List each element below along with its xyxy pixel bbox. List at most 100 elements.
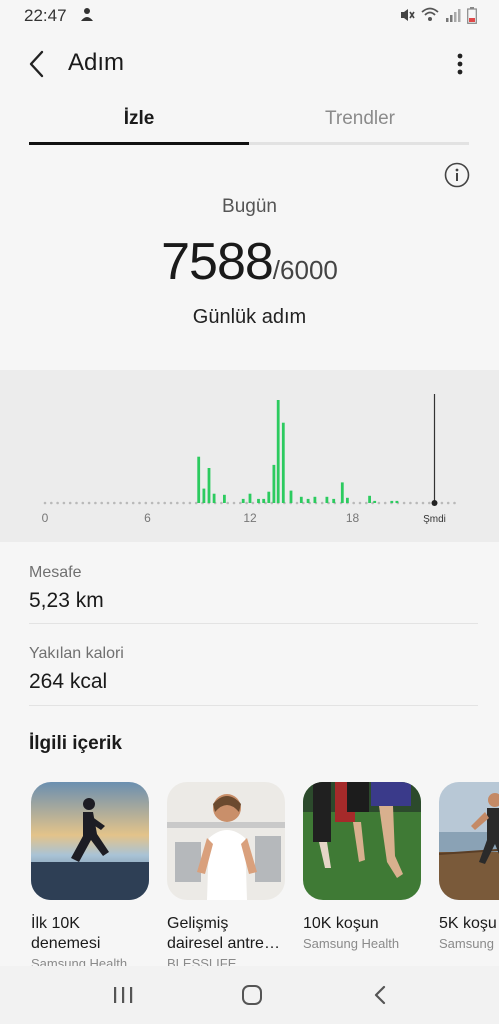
hourly-steps-chart: 0 6 12 18 Şmdi (0, 370, 499, 542)
distance-label: Mesafe (29, 564, 82, 581)
baseline-dot (169, 501, 173, 505)
home-button[interactable] (237, 983, 267, 1007)
baseline-dot (377, 501, 381, 505)
baseline-dot (409, 501, 412, 505)
x-tick-label: 6 (144, 511, 151, 525)
page-title: Adım (68, 49, 125, 76)
card-source: Samsung (439, 936, 494, 951)
content-card[interactable]: 10K koşun Samsung Health (303, 782, 421, 951)
back-button[interactable] (22, 48, 52, 80)
calories-label: Yakılan kalori (29, 645, 124, 662)
baseline-dot (150, 501, 154, 505)
baseline-dot (365, 501, 368, 505)
chart-bar (325, 496, 329, 503)
baseline-dot (100, 501, 103, 505)
baseline-dot (428, 501, 431, 505)
tab-trendler[interactable]: Trendler (250, 108, 470, 144)
baseline-dot (239, 501, 242, 505)
chart-bar (241, 498, 245, 503)
baseline-dot (56, 501, 59, 505)
runner-sunset-image (31, 782, 149, 900)
baseline-dot (245, 501, 248, 505)
info-icon[interactable] (444, 162, 470, 188)
baseline-dot (119, 501, 122, 505)
group-runners-image (303, 782, 421, 900)
chart-bar (340, 482, 344, 503)
chart-bar (313, 496, 317, 503)
wifi-icon (421, 7, 439, 21)
content-card[interactable]: Gelişmiş dairesel antre… BLESSLIFE (167, 782, 285, 971)
chart-bar (281, 422, 285, 503)
content-card[interactable]: 5K koşu Samsung (439, 782, 499, 951)
chart-bar (373, 500, 377, 503)
baseline-dot (138, 501, 141, 505)
more-options-button[interactable] (448, 50, 472, 78)
content-card[interactable]: İlk 10K denemesi Samsung Health (31, 782, 149, 971)
baseline-dot (163, 501, 166, 505)
chart-bar (395, 500, 399, 503)
baseline-dot (106, 501, 110, 505)
chart-bar (212, 493, 216, 503)
chart-bar (390, 500, 394, 503)
boardwalk-runners-image (439, 782, 499, 900)
signal-icon (446, 9, 461, 22)
chart-svg: 0 6 12 18 Şmdi (42, 394, 456, 525)
baseline-dot (144, 501, 148, 505)
chart-bar (248, 493, 252, 503)
baseline-dot (453, 501, 456, 505)
baseline-dot (358, 501, 362, 505)
baseline-dot (383, 501, 387, 505)
baseline-dot (125, 501, 129, 505)
chart-bar (332, 498, 336, 503)
x-tick-label: 12 (243, 511, 257, 525)
chart-bar (346, 497, 349, 503)
baseline-dot (94, 501, 97, 505)
baseline-dot (50, 501, 53, 505)
chart-bar (257, 498, 260, 503)
card-title: 5K koşu (439, 915, 497, 932)
tab-izle[interactable]: İzle (29, 108, 249, 144)
baseline-dot (352, 501, 356, 505)
card-title-line2: dairesel antre… (167, 935, 280, 952)
baseline-dot (188, 501, 192, 505)
chart-bar (207, 468, 211, 503)
baseline-dot (446, 501, 450, 505)
x-tick-label: 0 (42, 511, 49, 525)
chart-bar (289, 490, 293, 503)
card-title-line2: denemesi (31, 935, 101, 952)
baseline-dot (295, 501, 299, 505)
baseline-dot (75, 501, 78, 505)
today-label: Bugün (222, 196, 277, 217)
daily-steps-caption: Günlük adım (192, 306, 307, 328)
steps-goal: /6000 (272, 255, 338, 285)
distance-value: 5,23 km (29, 589, 104, 612)
status-time: 22:47 (24, 6, 67, 25)
baseline-dot (440, 501, 444, 505)
baseline-dot (113, 501, 116, 505)
recent-apps-button[interactable] (108, 983, 138, 1007)
chart-bar (276, 400, 280, 503)
system-back-button[interactable] (366, 983, 396, 1007)
baseline-dot (176, 501, 179, 505)
baseline-dot (415, 501, 419, 505)
divider (29, 705, 478, 706)
chart-bar (197, 456, 201, 503)
card-source: Samsung Health (303, 936, 400, 951)
divider (29, 623, 478, 624)
card-title: 10K koşun (303, 915, 379, 932)
baseline-dot (87, 501, 91, 505)
step-count: 7588/6000 (0, 232, 499, 292)
baseline-dot (43, 501, 47, 505)
baseline-dot (320, 501, 324, 505)
baseline-dot (421, 501, 425, 505)
x-tick-label: Şmdi (423, 514, 446, 525)
tab-active-indicator (29, 142, 249, 145)
baseline-dot (157, 501, 160, 505)
baseline-dot (68, 501, 72, 505)
baseline-dot (182, 501, 185, 505)
steps-value: 7588 (161, 233, 274, 291)
x-tick-label: 18 (346, 511, 360, 525)
status-icons (399, 6, 477, 24)
chart-bar (272, 464, 276, 503)
baseline-dot (226, 501, 229, 505)
